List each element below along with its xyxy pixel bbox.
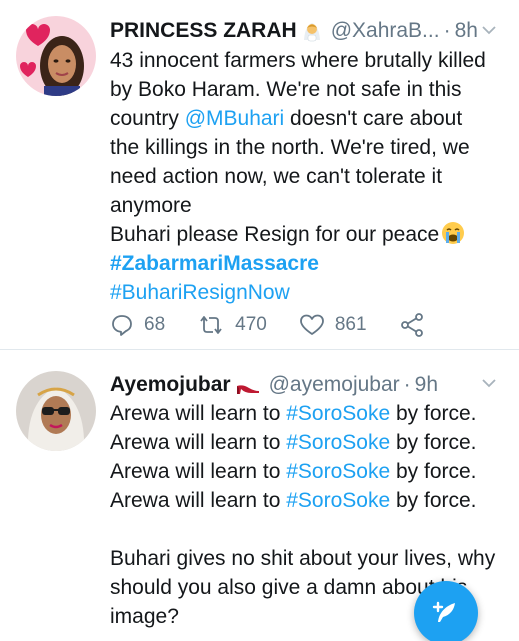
tweet-line: country @MBuhari doesn't care about: [110, 104, 510, 133]
user-handle[interactable]: @XahraB...: [331, 19, 440, 43]
timestamp[interactable]: 8h: [455, 19, 478, 43]
tweet-line: 43 innocent farmers where brutally kille…: [110, 49, 486, 72]
high-heel-emoji-icon: [236, 385, 259, 394]
tweet-line: anymore: [110, 194, 192, 217]
chevron-down-icon[interactable]: [481, 22, 497, 38]
bride-emoji-icon: [303, 23, 320, 42]
retweet-count: 470: [235, 314, 267, 335]
tweet-header: Ayemojubar @ayemojubar · 9h: [110, 370, 438, 400]
separator-dot: ·: [443, 19, 451, 42]
hashtag-link[interactable]: #BuhariResignNow: [110, 278, 510, 307]
separator-dot: ·: [403, 373, 411, 396]
hashtag-link[interactable]: #SoroSoke: [286, 402, 390, 425]
tweet-text-segment: Arewa will learn to: [110, 431, 287, 454]
reply-button[interactable]: 68: [110, 313, 165, 337]
tweet-line: Arewa will learn to #SoroSoke by force.: [110, 399, 510, 428]
avatar[interactable]: [16, 371, 96, 451]
tweet-line: Buhari gives no shit about your lives, w…: [110, 547, 496, 570]
tweet-line: Buhari please Resign for our peace: [110, 220, 510, 249]
mention-link[interactable]: @MBuhari: [185, 107, 285, 130]
tweet-line: by Boko Haram. We're not safe in this: [110, 78, 462, 101]
like-button[interactable]: 861: [299, 313, 367, 337]
reply-icon: [112, 315, 132, 336]
tweet-text-segment: Arewa will learn to: [110, 460, 287, 483]
tweet-text-segment: by force.: [390, 460, 477, 483]
display-name[interactable]: Ayemojubar: [110, 373, 231, 397]
user-handle[interactable]: @ayemojubar: [269, 373, 400, 397]
tweet-text-segment: country: [110, 107, 185, 130]
tweet-text-segment: by force.: [390, 489, 477, 512]
crying-face-emoji-icon: [442, 222, 465, 244]
tweet-line: Arewa will learn to #SoroSoke by force.: [110, 457, 510, 486]
tweet-text-segment: Arewa will learn to: [110, 489, 287, 512]
tweet-header: PRINCESS ZARAH @XahraB... · 8h: [110, 16, 478, 46]
tweet-line: Arewa will learn to #SoroSoke by force.: [110, 486, 510, 515]
share-icon: [400, 313, 423, 337]
share-button[interactable]: [399, 312, 435, 338]
hashtag-link[interactable]: #SoroSoke: [286, 431, 390, 454]
tweet-line: the killings in the north. We're tired, …: [110, 136, 470, 159]
tweet-princess-zarah[interactable]: PRINCESS ZARAH @XahraB... · 8h 43 innoce…: [0, 0, 519, 350]
like-count: 861: [334, 314, 367, 335]
hashtag-link[interactable]: #ZabarmariMassacre: [110, 249, 510, 278]
tweet-text-segment: Buhari please Resign for our peace: [110, 223, 440, 246]
avatar[interactable]: [16, 16, 96, 96]
hashtag-link[interactable]: #SoroSoke: [286, 489, 390, 512]
hashtag-link[interactable]: #SoroSoke: [286, 460, 390, 483]
compose-tweet-button[interactable]: [414, 581, 478, 641]
tweet-text: 43 innocent farmers where brutally kille…: [110, 46, 510, 307]
tweet-text-segment: Arewa will learn to: [110, 402, 287, 425]
timestamp[interactable]: 9h: [415, 373, 438, 397]
tweet-text-segment: doesn't care about: [284, 107, 463, 130]
compose-tweet-icon: [432, 601, 455, 622]
retweet-button[interactable]: 470: [197, 313, 267, 337]
display-name[interactable]: PRINCESS ZARAH: [110, 19, 297, 43]
reply-count: 68: [144, 314, 166, 335]
tweet-text-segment: by force.: [390, 402, 477, 425]
retweet-icon: [200, 316, 222, 334]
like-icon: [299, 314, 324, 335]
tweet-line: Arewa will learn to #SoroSoke by force.: [110, 428, 510, 457]
tweet-text-segment: by force.: [390, 431, 477, 454]
tweet-actions: 68 470 861: [110, 311, 467, 339]
tweet-line: need action now, we can't tolerate it: [110, 165, 443, 188]
chevron-down-icon[interactable]: [481, 375, 497, 391]
